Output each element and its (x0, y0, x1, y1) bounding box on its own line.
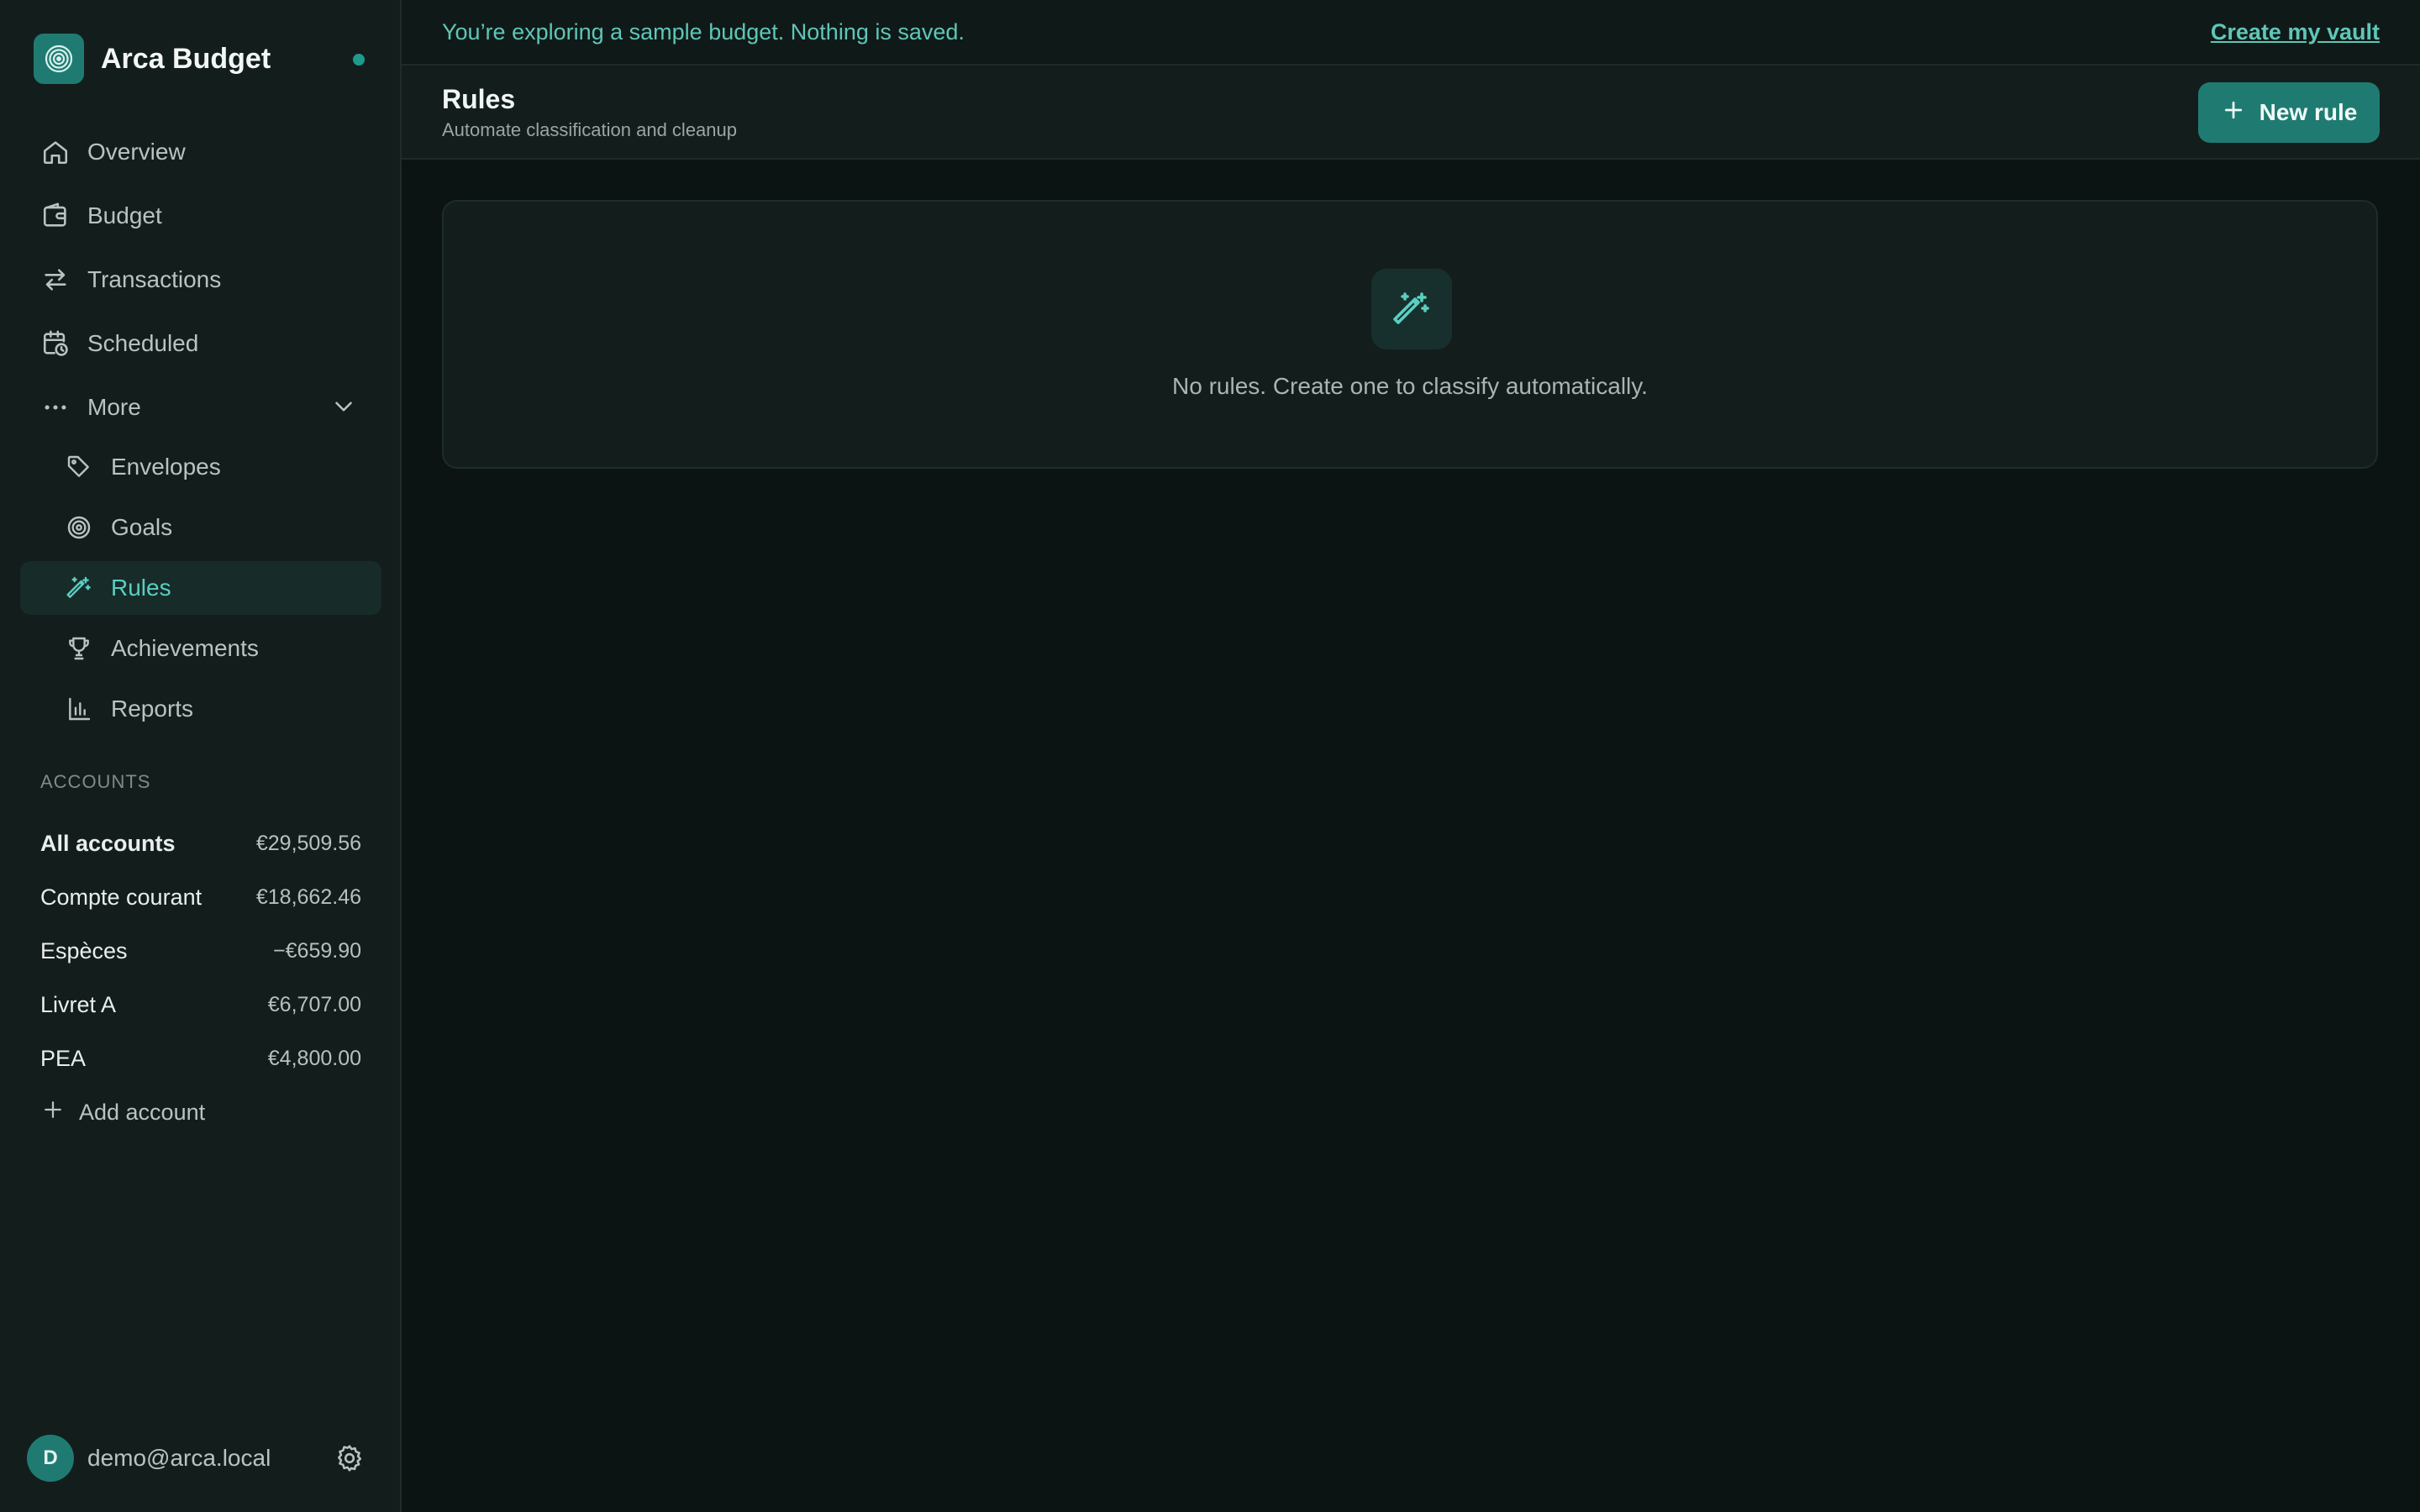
nav-item-label: Envelopes (111, 454, 221, 480)
brand-name: Arca Budget (101, 42, 271, 75)
account-name: All accounts (40, 830, 176, 856)
account-row[interactable]: Espèces −€659.90 (40, 924, 361, 978)
plus-icon (2221, 97, 2246, 129)
gear-icon[interactable] (334, 1443, 365, 1478)
tag-icon (64, 452, 94, 482)
plus-icon (40, 1097, 66, 1128)
account-name: Livret A (40, 991, 117, 1017)
demo-banner: You’re exploring a sample budget. Nothin… (402, 0, 2420, 66)
account-name: Espèces (40, 937, 128, 963)
nav-item-budget[interactable]: Budget (20, 186, 381, 245)
target-icon (64, 512, 94, 543)
nav-item-reports[interactable]: Reports (20, 682, 381, 736)
page-header: Rules Automate classification and cleanu… (402, 66, 2420, 160)
create-vault-link[interactable]: Create my vault (2211, 19, 2380, 45)
trophy-icon (64, 633, 94, 664)
nav-item-envelopes[interactable]: Envelopes (20, 440, 381, 494)
empty-state-card: No rules. Create one to classify automat… (442, 200, 2378, 469)
account-row[interactable]: Compte courant €18,662.46 (40, 870, 361, 924)
nav-item-label: Budget (87, 202, 162, 228)
account-row[interactable]: PEA €4,800.00 (40, 1032, 361, 1085)
add-account-button[interactable]: Add account (40, 1085, 361, 1139)
account-balance: €4,800.00 (267, 1046, 361, 1070)
brand-logo-icon (34, 34, 84, 84)
account-balance: €18,662.46 (255, 885, 361, 909)
page-title: Rules (442, 84, 516, 114)
accounts-heading: ACCOUNTS (40, 771, 151, 792)
account-row[interactable]: Livret A €6,707.00 (40, 978, 361, 1032)
nav-item-label: Goals (111, 514, 173, 540)
user-profile[interactable]: D demo@arca.local (27, 1435, 365, 1482)
accounts-section: ACCOUNTS All accounts €29,509.56 Compte … (40, 771, 361, 1139)
arrows-swap-icon (40, 265, 71, 295)
avatar: D (27, 1435, 74, 1482)
nav-item-achievements[interactable]: Achievements (20, 622, 381, 675)
magic-wand-icon (64, 573, 94, 603)
sidebar: Arca Budget Overview Budget Transactions… (0, 0, 402, 1512)
home-icon (40, 137, 71, 167)
nav-item-label: Overview (87, 139, 186, 165)
brand[interactable]: Arca Budget (34, 34, 370, 84)
main-nav: Overview Budget Transactions Scheduled M… (20, 123, 381, 442)
more-submenu: Envelopes Goals Rules Achievements Repor… (20, 440, 381, 743)
account-name: Compte courant (40, 884, 203, 910)
wallet-icon (40, 201, 71, 231)
chevron-down-icon (329, 392, 358, 427)
account-balance: −€659.90 (273, 938, 361, 963)
nav-item-label: More (87, 394, 141, 420)
nav-item-label: Rules (111, 575, 171, 601)
nav-item-rules[interactable]: Rules (20, 561, 381, 615)
nav-item-label: Achievements (111, 635, 259, 661)
nav-item-label: Scheduled (87, 330, 199, 356)
account-balance: €29,509.56 (255, 831, 361, 855)
add-account-label: Add account (79, 1099, 206, 1125)
empty-state-text: No rules. Create one to classify automat… (1172, 373, 1648, 399)
nav-item-scheduled[interactable]: Scheduled (20, 314, 381, 373)
account-row-all[interactable]: All accounts €29,509.56 (40, 816, 361, 870)
nav-item-more[interactable]: More (20, 378, 381, 437)
nav-item-label: Reports (111, 696, 194, 722)
new-rule-label: New rule (2259, 99, 2358, 125)
nav-item-transactions[interactable]: Transactions (20, 250, 381, 309)
bar-chart-icon (64, 694, 94, 724)
nav-item-label: Transactions (87, 266, 222, 292)
app-root: Arca Budget Overview Budget Transactions… (0, 0, 2420, 1512)
calendar-clock-icon (40, 328, 71, 359)
nav-item-goals[interactable]: Goals (20, 501, 381, 554)
account-balance: €6,707.00 (267, 992, 361, 1016)
more-dots-icon (40, 392, 71, 423)
new-rule-button[interactable]: New rule (2198, 82, 2380, 143)
user-email: demo@arca.local (87, 1445, 271, 1471)
page-subtitle: Automate classification and cleanup (442, 119, 737, 140)
banner-text: You’re exploring a sample budget. Nothin… (442, 18, 965, 45)
sync-status-dot (353, 54, 365, 66)
magic-wand-icon (1371, 269, 1452, 349)
main-content: You’re exploring a sample budget. Nothin… (402, 0, 2420, 1512)
nav-item-overview[interactable]: Overview (20, 123, 381, 181)
account-name: PEA (40, 1045, 87, 1071)
